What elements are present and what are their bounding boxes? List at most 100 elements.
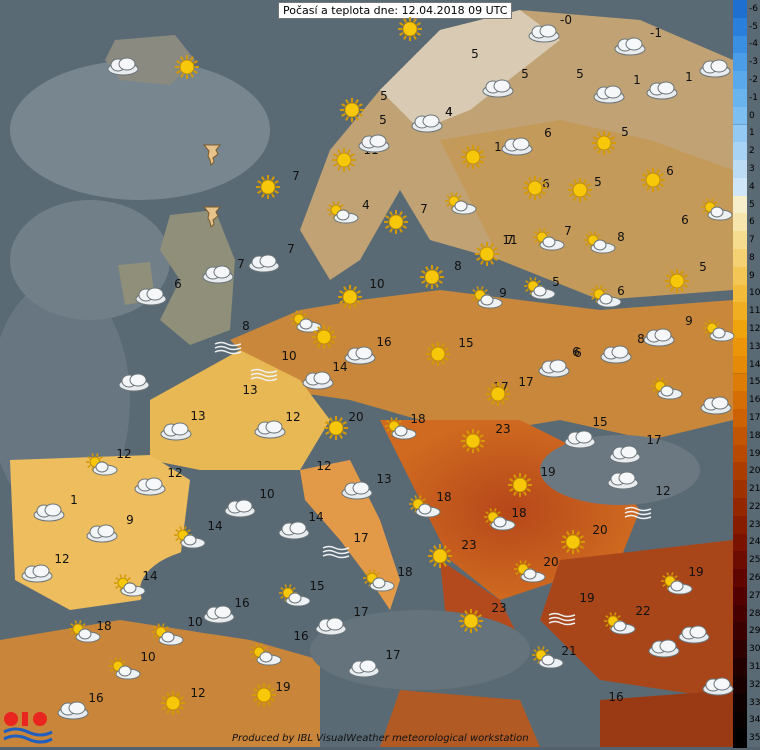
scale-cell xyxy=(733,177,747,197)
scale-label: -5 xyxy=(749,21,758,32)
scale-cell xyxy=(733,231,747,250)
temperature-label: 4 xyxy=(362,198,370,212)
sun-cloud-icon xyxy=(583,231,617,255)
cloud-icon xyxy=(647,638,681,658)
scale-label: 0 xyxy=(749,110,755,121)
cloud-icon xyxy=(340,480,374,500)
cloud-icon xyxy=(117,372,151,392)
sun-icon xyxy=(425,341,451,367)
temperature-label: 16 xyxy=(376,335,392,349)
scale-label: 2 xyxy=(749,146,755,157)
cloud-icon xyxy=(106,56,140,76)
sun-cloud-icon xyxy=(444,192,478,216)
scale-cell xyxy=(733,409,747,428)
cloud-icon xyxy=(133,476,167,496)
temperature-scale: -6 -5 -4 -3 -2 -1 0 1 2 3 4 5 6 7 8 9 10 11 12 13 14 15 16 17 18… xyxy=(733,0,760,748)
scale-cell xyxy=(733,711,747,731)
scale-cell xyxy=(733,373,747,393)
temperature-label: 7 xyxy=(292,169,300,183)
sun-cloud-icon xyxy=(151,623,185,647)
temperature-label: 5 xyxy=(380,89,388,103)
cloud-icon xyxy=(347,658,381,678)
scale-cell xyxy=(733,213,747,233)
temperature-label: 6 xyxy=(544,126,552,140)
cloud-icon xyxy=(20,563,54,583)
scale-cell xyxy=(733,515,747,535)
temperature-label: 10 xyxy=(369,277,385,291)
sun-cloud-icon xyxy=(278,584,312,608)
scale-cell xyxy=(733,284,747,304)
temperature-label: 12 xyxy=(316,459,332,473)
sun-cloud-icon xyxy=(513,560,547,584)
logo xyxy=(2,708,54,746)
scale-label: 34 xyxy=(749,715,760,726)
scale-label: 15 xyxy=(749,377,760,388)
temperature-label: 17 xyxy=(646,433,662,447)
credit-text: Produced by IBL VisualWeather meteorolog… xyxy=(232,733,529,744)
sun-cloud-icon xyxy=(702,319,736,343)
scale-cell xyxy=(733,106,747,126)
temperature-label: 5 xyxy=(594,175,602,189)
cloud-icon xyxy=(613,36,647,56)
sun-icon xyxy=(567,177,593,203)
sun-cloud-icon xyxy=(700,198,734,222)
temperature-label: -1 xyxy=(650,26,662,40)
temperature-label: 23 xyxy=(491,601,507,615)
temperature-label: 12 xyxy=(54,552,70,566)
fog-icon xyxy=(321,545,351,559)
scale-label: 27 xyxy=(749,590,760,601)
sun-icon xyxy=(640,167,666,193)
scale-label: 9 xyxy=(749,270,755,281)
temperature-label: 12 xyxy=(655,484,671,498)
sun-cloud-icon xyxy=(650,377,684,401)
sun-icon xyxy=(323,415,349,441)
scale-label: -1 xyxy=(749,92,758,103)
temperature-label: 6 xyxy=(681,213,689,227)
temperature-label: 12 xyxy=(190,686,206,700)
cloud-icon xyxy=(699,395,733,415)
scale-label: 6 xyxy=(749,217,755,228)
cloud-icon xyxy=(481,78,515,98)
temperature-label: 9 xyxy=(126,513,134,527)
temperature-label: 23 xyxy=(461,538,477,552)
sun-icon xyxy=(331,147,357,173)
temperature-label: 8 xyxy=(242,319,250,333)
scale-label: 25 xyxy=(749,555,760,566)
temperature-label: 11 xyxy=(502,233,518,247)
sun-cloud-icon xyxy=(532,228,566,252)
cloud-icon xyxy=(247,253,281,273)
sun-cloud-icon xyxy=(470,286,504,310)
scale-label: 13 xyxy=(749,341,760,352)
sun-cloud-icon xyxy=(249,643,283,667)
scale-cell xyxy=(733,569,747,588)
sun-cloud-icon xyxy=(483,508,517,532)
scale-label: 21 xyxy=(749,484,760,495)
temperature-label: 7 xyxy=(287,242,295,256)
cloud-icon xyxy=(223,498,257,518)
sun-icon xyxy=(255,174,281,200)
cloud-icon xyxy=(202,604,236,624)
sun-icon xyxy=(251,682,277,708)
map-title: Počasí a teplota dne: 12.04.2018 09 UTC xyxy=(278,2,513,19)
cloud-icon xyxy=(134,286,168,306)
cloud-icon xyxy=(301,370,335,390)
cloud-icon xyxy=(537,358,571,378)
scale-label: -4 xyxy=(749,39,758,50)
temperature-label: 19 xyxy=(579,591,595,605)
scale-cell xyxy=(733,498,747,517)
scale-cell xyxy=(733,622,747,642)
cloud-icon xyxy=(253,419,287,439)
temperature-label: 10 xyxy=(259,487,275,501)
scale-label: 16 xyxy=(749,395,760,406)
temperature-label: 17 xyxy=(385,648,401,662)
scale-label: 20 xyxy=(749,466,760,477)
scale-cell xyxy=(733,17,747,37)
cloud-icon xyxy=(698,58,732,78)
scale-cell xyxy=(733,195,747,215)
temperature-label: 1 xyxy=(685,70,693,84)
temperature-label: 16 xyxy=(608,690,624,704)
sun-icon xyxy=(419,264,445,290)
temperature-label: 16 xyxy=(293,629,309,643)
scale-label: 22 xyxy=(749,501,760,512)
scale-label: 17 xyxy=(749,412,760,423)
